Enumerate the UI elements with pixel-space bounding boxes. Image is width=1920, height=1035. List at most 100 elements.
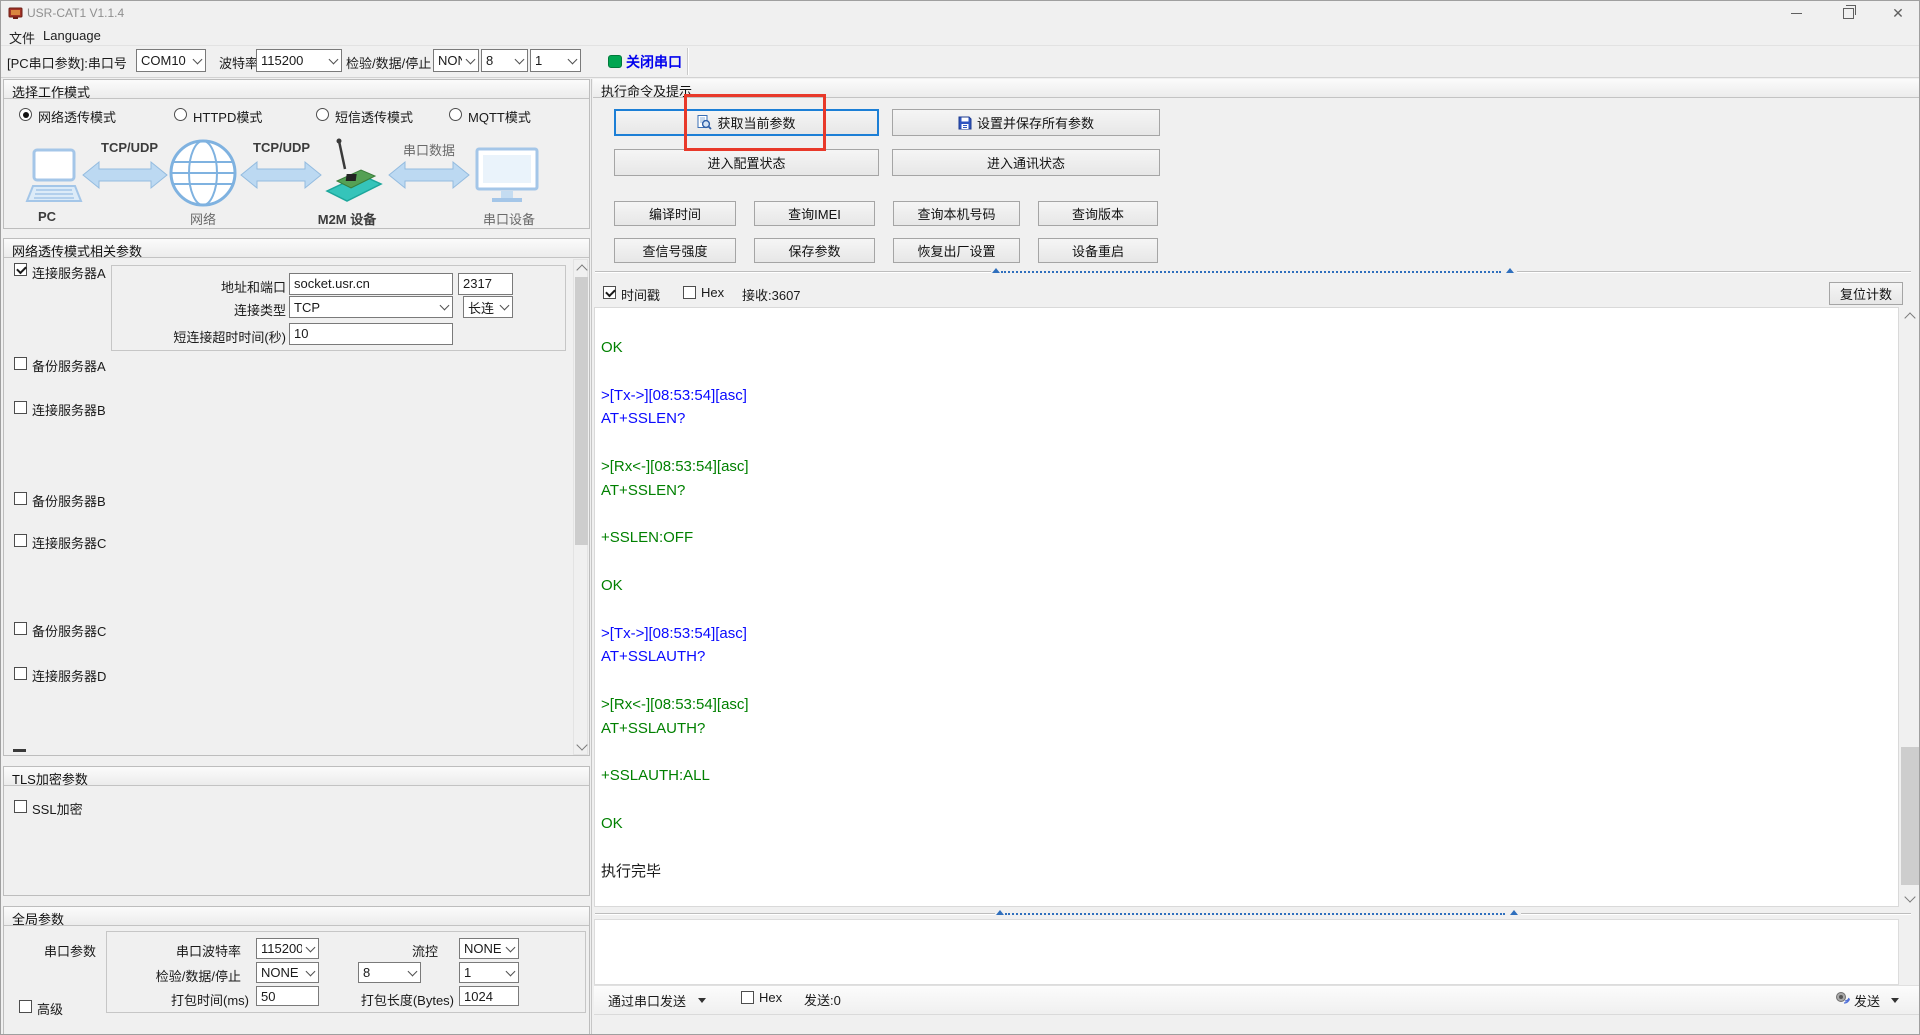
log-scrollbar[interactable] <box>1899 307 1919 907</box>
server-a-checkbox[interactable] <box>14 263 27 276</box>
send-hex-checkbox[interactable] <box>741 991 754 1004</box>
enter-comm-label: 进入通讯状态 <box>986 156 1065 171</box>
server-c-checkbox[interactable] <box>14 534 27 547</box>
timestamp-label[interactable]: 时间戳 <box>621 285 660 304</box>
conn-mode-select[interactable]: 长连 <box>463 296 513 318</box>
backup-server-c-label[interactable]: 备份服务器C <box>32 621 106 640</box>
send-icon[interactable] <box>1835 991 1851 1007</box>
scroll-up-arrow[interactable] <box>574 260 589 276</box>
chevron-down-icon <box>325 50 341 71</box>
device-restart-button[interactable]: 设备重启 <box>1038 238 1158 263</box>
send-via-serial-button[interactable]: 通过串口发送 <box>608 991 686 1010</box>
conn-type-select[interactable]: TCP <box>289 296 453 318</box>
timeout-input[interactable]: 10 <box>289 323 453 345</box>
radio-sms[interactable] <box>316 108 329 121</box>
chevron-down-icon <box>1904 890 1916 903</box>
splitter-arrow-icon[interactable] <box>992 268 1000 273</box>
log-scroll-up[interactable] <box>1899 307 1919 325</box>
radio-net-transparent[interactable] <box>19 108 32 121</box>
set-save-button[interactable]: 设置并保存所有参数 <box>892 109 1160 136</box>
backup-server-c-checkbox[interactable] <box>14 622 27 635</box>
splitter-arrow-icon[interactable] <box>1510 910 1518 915</box>
minimize-button[interactable] <box>1773 1 1819 26</box>
g-baud-select[interactable]: 115200 <box>256 938 319 959</box>
restore-icon <box>1842 5 1856 19</box>
bottom-splitter-groove-right <box>1521 913 1911 914</box>
factory-reset-button[interactable]: 恢复出厂设置 <box>893 238 1020 263</box>
server-b-checkbox[interactable] <box>14 401 27 414</box>
radio-sms-label[interactable]: 短信透传模式 <box>335 107 413 126</box>
log-scroll-down[interactable] <box>1899 889 1919 907</box>
log-output[interactable]: OK >[Tx->][08:53:54][asc] AT+SSLEN? >[Rx<… <box>594 307 1899 907</box>
send-button[interactable]: 发送 <box>1854 991 1880 1010</box>
reset-count-button[interactable]: 复位计数 <box>1829 282 1903 305</box>
backup-server-a-checkbox[interactable] <box>14 357 27 370</box>
top-splitter-groove-right <box>1517 271 1911 272</box>
port-input[interactable]: 2317 <box>458 273 513 295</box>
menu-file[interactable]: 文件 <box>9 28 35 47</box>
log-hex-label[interactable]: Hex <box>701 285 724 300</box>
log-hex-checkbox[interactable] <box>683 286 696 299</box>
com-port-select[interactable]: COM10 <box>136 49 206 72</box>
red-annotation-rectangle <box>684 94 826 151</box>
parity-select[interactable]: NONI <box>433 49 479 72</box>
close-port-button[interactable]: 关闭串口 <box>626 52 682 72</box>
timestamp-checkbox[interactable] <box>603 286 616 299</box>
splitter-arrow-icon[interactable] <box>996 910 1004 915</box>
query-signal-button[interactable]: 查信号强度 <box>614 238 736 263</box>
packtime-input[interactable]: 50 <box>256 986 319 1006</box>
backup-server-b-checkbox[interactable] <box>14 492 27 505</box>
server-d-label[interactable]: 连接服务器D <box>32 666 106 685</box>
advanced-checkbox[interactable] <box>19 1000 32 1013</box>
server-a-label[interactable]: 连接服务器A <box>32 263 106 282</box>
packlen-input[interactable]: 1024 <box>459 986 519 1006</box>
send-input-area[interactable] <box>594 919 1899 985</box>
query-imei-button[interactable]: 查询IMEI <box>754 201 875 226</box>
query-number-button[interactable]: 查询本机号码 <box>893 201 1020 226</box>
compile-time-button[interactable]: 编译时间 <box>614 201 736 226</box>
ssl-checkbox[interactable] <box>14 800 27 813</box>
server-b-label[interactable]: 连接服务器B <box>32 400 106 419</box>
backup-server-a-label[interactable]: 备份服务器A <box>32 356 106 375</box>
top-splitter-handle[interactable] <box>1001 271 1501 273</box>
ssl-label[interactable]: SSL加密 <box>32 799 83 818</box>
stopbits-select[interactable]: 1 <box>530 49 581 72</box>
send-dropdown-icon[interactable] <box>1891 998 1899 1003</box>
enter-comm-button[interactable]: 进入通讯状态 <box>892 149 1160 176</box>
send-hex-label[interactable]: Hex <box>759 990 782 1005</box>
bottom-splitter-handle[interactable] <box>1005 913 1505 915</box>
cmd-title: 执行命令及提示 <box>601 84 693 99</box>
query-version-button[interactable]: 查询版本 <box>1038 201 1158 226</box>
server-c-label[interactable]: 连接服务器C <box>32 533 106 552</box>
advanced-label[interactable]: 高级 <box>37 999 63 1018</box>
server-d-checkbox[interactable] <box>14 667 27 680</box>
radio-httpd[interactable] <box>174 108 187 121</box>
restore-button[interactable] <box>1825 1 1871 26</box>
splitter-arrow-icon[interactable] <box>1506 268 1514 273</box>
compile-time-label: 编译时间 <box>648 207 701 222</box>
left-scrollbar-thumb[interactable] <box>575 277 588 545</box>
g-parity-select[interactable]: NONE <box>256 962 319 983</box>
radio-mqtt-label[interactable]: MQTT模式 <box>468 107 531 126</box>
log-scrollbar-thumb[interactable] <box>1901 747 1919 885</box>
baud-select[interactable]: 115200 <box>256 49 342 72</box>
menu-bar: 文件 Language <box>1 26 1919 46</box>
scroll-down-arrow[interactable] <box>574 739 589 754</box>
enter-config-button[interactable]: 进入配置状态 <box>614 149 879 176</box>
address-input[interactable]: socket.usr.cn <box>289 273 453 295</box>
save-params-button[interactable]: 保存参数 <box>754 238 875 263</box>
menu-language[interactable]: Language <box>43 28 101 43</box>
g-stopbits-value: 1 <box>464 965 472 980</box>
databits-select[interactable]: 8 <box>481 49 528 72</box>
g-flow-select[interactable]: NONE <box>459 938 519 959</box>
radio-httpd-label[interactable]: HTTPD模式 <box>193 107 262 126</box>
radio-net-transparent-label[interactable]: 网络透传模式 <box>38 107 116 126</box>
radio-mqtt[interactable] <box>449 108 462 121</box>
left-scrollbar[interactable] <box>573 259 588 755</box>
send-via-dropdown-icon[interactable] <box>698 998 706 1003</box>
g-databits-select[interactable]: 8 <box>358 962 421 983</box>
g-stopbits-select[interactable]: 1 <box>459 962 519 983</box>
close-button[interactable]: ✕ <box>1875 1 1919 26</box>
backup-server-b-label[interactable]: 备份服务器B <box>32 491 106 510</box>
